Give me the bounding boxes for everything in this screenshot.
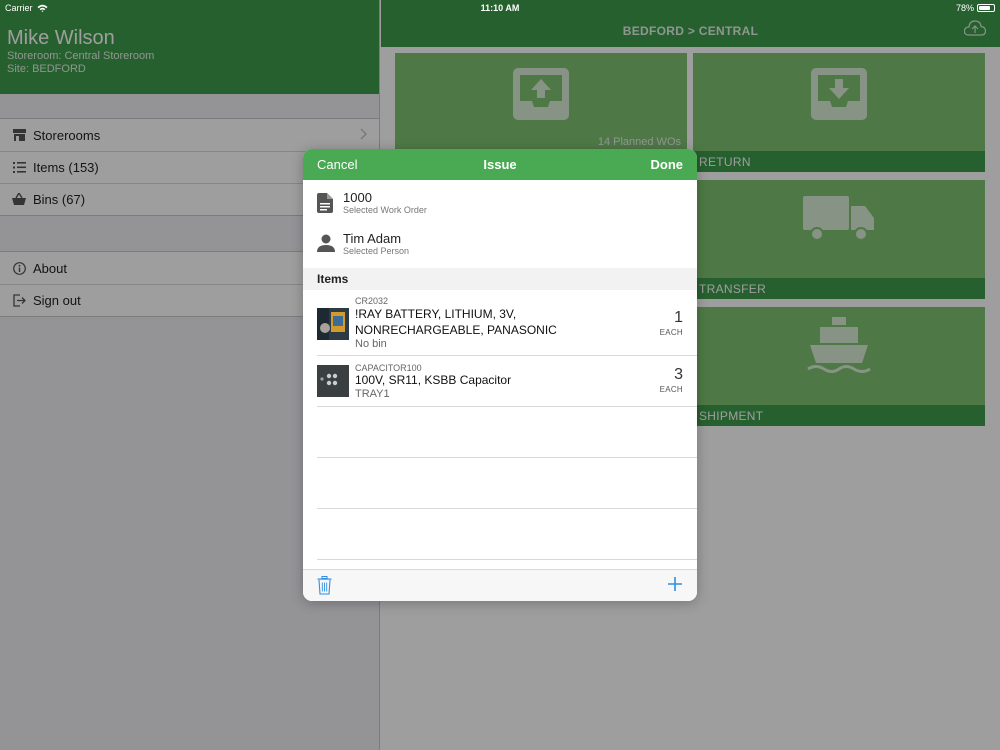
- item-code: CR2032: [355, 296, 389, 306]
- add-item-button[interactable]: [667, 576, 683, 597]
- item-thumbnail: [317, 308, 349, 340]
- status-bar: Carrier 11:10 AM 78%: [0, 0, 1000, 16]
- item-thumbnail: [317, 365, 349, 397]
- empty-row: [317, 458, 697, 509]
- item-quantity: 3: [674, 366, 683, 383]
- clock: 11:10 AM: [480, 3, 520, 13]
- item-row[interactable]: CAPACITOR100 100V, SR11, KSBB Capacitor …: [317, 356, 697, 407]
- item-unit: EACH: [659, 328, 683, 337]
- item-description-line: !RAY BATTERY, LITHIUM, 3V,: [355, 307, 517, 321]
- work-order-value: 1000: [343, 190, 372, 205]
- item-bin: No bin: [355, 338, 387, 350]
- issue-dialog: Cancel Issue Done 1000 Selected Work Ord…: [303, 149, 697, 601]
- plus-icon: [668, 577, 682, 591]
- dialog-toolbar: [303, 569, 697, 601]
- item-description: !RAY BATTERY, LITHIUM, 3V, NONRECHARGEABL…: [355, 306, 557, 338]
- done-button[interactable]: Done: [651, 157, 684, 172]
- item-quantity: 1: [674, 309, 683, 326]
- battery-indicator: 78%: [956, 3, 995, 13]
- trash-icon[interactable]: [317, 576, 332, 600]
- work-order-selector[interactable]: 1000 Selected Work Order: [303, 180, 697, 221]
- person-value: Tim Adam: [343, 231, 402, 246]
- item-unit: EACH: [659, 385, 683, 394]
- item-bin: TRAY1: [355, 388, 390, 400]
- item-description-line: NONRECHARGEABLE, PANASONIC: [355, 323, 557, 337]
- empty-row: [317, 509, 697, 560]
- person-label: Selected Person: [343, 246, 410, 256]
- empty-row: [317, 407, 697, 458]
- work-order-label: Selected Work Order: [343, 205, 427, 215]
- dialog-title: Issue: [483, 157, 517, 172]
- battery-percent: 78%: [955, 3, 974, 13]
- item-description: 100V, SR11, KSBB Capacitor: [355, 373, 512, 387]
- battery-icon: [977, 4, 995, 12]
- person-icon: [317, 234, 335, 257]
- person-selector[interactable]: Tim Adam Selected Person: [303, 221, 697, 262]
- dialog-header: Cancel Issue Done: [303, 149, 697, 180]
- document-icon: [317, 193, 333, 218]
- items-section-header: Items: [303, 268, 697, 290]
- item-row[interactable]: CR2032 !RAY BATTERY, LITHIUM, 3V, NONRECH…: [317, 290, 697, 356]
